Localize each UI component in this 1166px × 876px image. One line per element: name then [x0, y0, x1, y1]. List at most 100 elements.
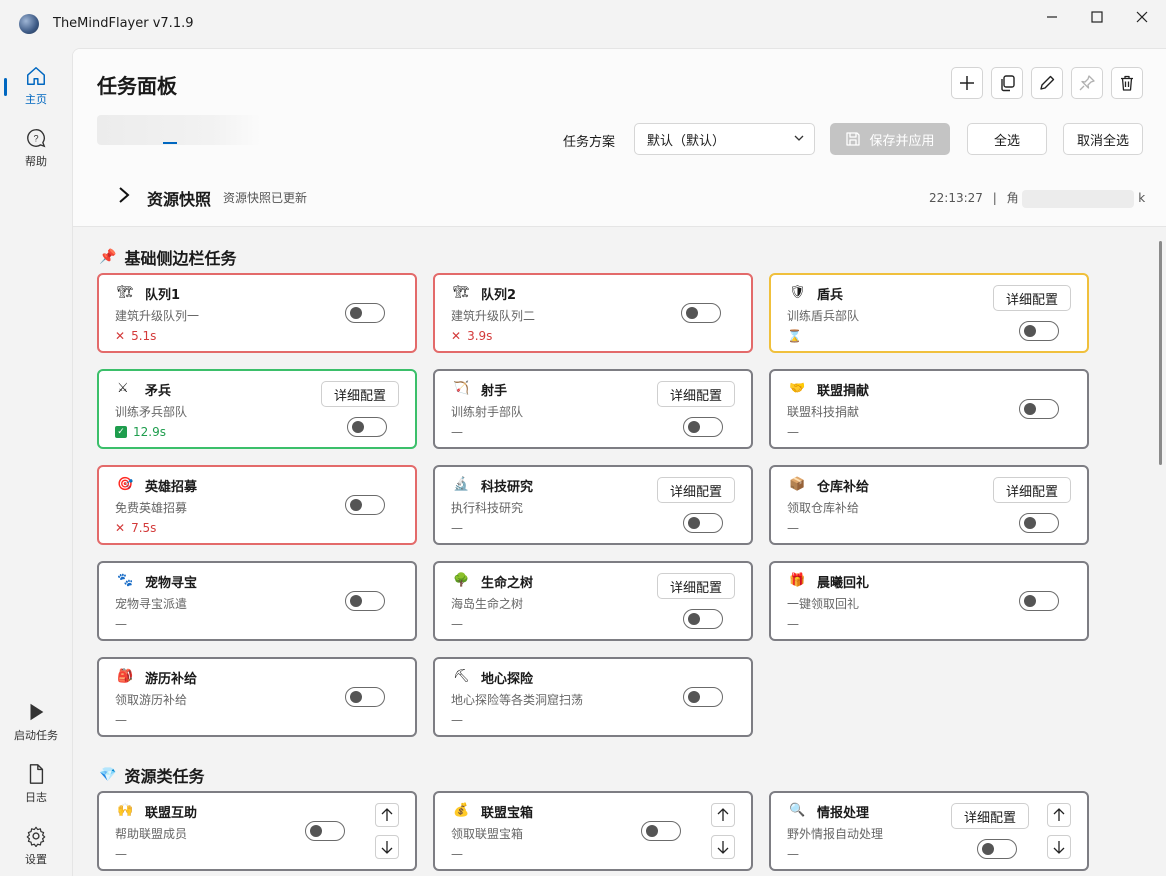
pickaxe-icon: ⛏	[453, 669, 470, 684]
task-card-hero-recruit[interactable]: 🎯 英雄招募 免费英雄招募 ✕ 7.5s	[97, 465, 417, 545]
copy-icon	[1001, 75, 1015, 92]
task-card-archer[interactable]: 🏹 射手 训练射手部队 — 详细配置	[433, 369, 753, 449]
config-button[interactable]: 详细配置	[657, 573, 735, 599]
gem-icon: 💎	[99, 767, 117, 783]
minimize-button[interactable]	[1032, 6, 1072, 28]
save-apply-label: 保存并应用	[869, 133, 935, 149]
task-card-pet-treasure[interactable]: 🐾 宠物寻宝 宠物寻宝派遣 —	[97, 561, 417, 641]
task-card-intel[interactable]: 🔍 情报处理 野外情报自动处理 — 详细配置	[769, 791, 1089, 871]
task-title: 晨曦回礼	[817, 576, 870, 591]
task-title: 游历补给	[145, 672, 198, 687]
task-toggle[interactable]	[345, 495, 385, 515]
sidebar-item-label: 帮助	[25, 155, 47, 168]
app-window: TheMindFlayer v7.1.9 主页 ? 帮助 启动任务 日志 设置 …	[0, 0, 1166, 876]
task-toggle[interactable]	[1019, 513, 1059, 533]
config-button[interactable]: 详细配置	[993, 285, 1071, 311]
task-toggle[interactable]	[977, 839, 1017, 859]
task-toggle[interactable]	[345, 591, 385, 611]
move-up-button[interactable]	[1047, 803, 1071, 827]
move-up-button[interactable]	[711, 803, 735, 827]
sidebar-item-label: 日志	[25, 791, 47, 804]
add-button[interactable]	[951, 67, 983, 99]
plan-select[interactable]: 默认（默认）	[634, 123, 815, 155]
move-down-button[interactable]	[1047, 835, 1071, 859]
task-card-warehouse[interactable]: 📦 仓库补给 领取仓库补给 — 详细配置	[769, 465, 1089, 545]
swords-icon: ⚔	[117, 381, 129, 396]
copy-button[interactable]	[991, 67, 1023, 99]
task-card-spear[interactable]: ⚔ 矛兵 训练矛兵部队 ✓ 12.9s 详细配置	[97, 369, 417, 449]
task-toggle[interactable]	[683, 609, 723, 629]
task-card-tree-of-life[interactable]: 🌳 生命之树 海岛生命之树 — 详细配置	[433, 561, 753, 641]
redacted-role-info	[1022, 189, 1135, 208]
task-toggle[interactable]	[345, 687, 385, 707]
task-desc: 免费英雄招募	[115, 501, 188, 515]
task-title: 队列1	[145, 288, 181, 303]
move-down-button[interactable]	[375, 835, 399, 859]
resource-snapshot-bar[interactable]: 资源快照 资源快照已更新 22:13:27 | 角 k	[73, 173, 1166, 225]
task-title: 英雄招募	[145, 480, 198, 495]
delete-button[interactable]	[1111, 67, 1143, 99]
sidebar-item-settings[interactable]: 设置	[0, 818, 72, 874]
task-card-queue1[interactable]: 🏗 队列1 建筑升级队列一 ✕ 5.1s	[97, 273, 417, 353]
task-card-alliance-help[interactable]: 🙌 联盟互助 帮助联盟成员 —	[97, 791, 417, 871]
package-icon: 📦	[789, 477, 806, 492]
snapshot-role-suffix: k	[1138, 191, 1146, 205]
task-title: 盾兵	[817, 288, 844, 303]
maximize-button[interactable]	[1077, 6, 1117, 28]
sidebar-item-log[interactable]: 日志	[0, 756, 72, 812]
trash-icon	[1121, 75, 1133, 91]
task-toggle[interactable]	[683, 417, 723, 437]
scrollbar-thumb[interactable]	[1159, 241, 1162, 465]
task-card-dawn-gift[interactable]: 🎁 晨曦回礼 一键领取回礼 —	[769, 561, 1089, 641]
task-toggle[interactable]	[1019, 399, 1059, 419]
money-bag-icon: 💰	[453, 803, 470, 818]
move-down-button[interactable]	[711, 835, 735, 859]
hourglass-icon: ⌛	[787, 329, 802, 343]
pin-button[interactable]	[1071, 67, 1103, 99]
task-toggle[interactable]	[641, 821, 681, 841]
config-button[interactable]: 详细配置	[321, 381, 399, 407]
active-indicator	[4, 78, 7, 96]
save-apply-button[interactable]: 保存并应用	[830, 123, 950, 155]
close-button[interactable]	[1122, 6, 1162, 28]
task-desc: 地心探险等各类洞窟扫荡	[451, 693, 584, 707]
arrow-up-icon	[1053, 808, 1065, 821]
task-toggle[interactable]	[1019, 591, 1059, 611]
task-desc: 建筑升级队列二	[451, 309, 536, 323]
edit-button[interactable]	[1031, 67, 1063, 99]
task-toggle[interactable]	[683, 687, 723, 707]
crane-icon: 🏗	[453, 285, 470, 300]
config-button[interactable]: 详细配置	[951, 803, 1029, 829]
section-basic: 📌 基础侧边栏任务	[99, 245, 236, 269]
chevron-right-icon[interactable]	[117, 186, 131, 204]
move-up-button[interactable]	[375, 803, 399, 827]
task-title: 宠物寻宝	[145, 576, 198, 591]
task-toggle[interactable]	[347, 417, 387, 437]
task-toggle[interactable]	[1019, 321, 1059, 341]
paw-icon: 🐾	[117, 573, 134, 588]
sidebar-item-start[interactable]: 启动任务	[0, 694, 72, 750]
task-toggle[interactable]	[345, 303, 385, 323]
task-toggle[interactable]	[683, 513, 723, 533]
task-card-underground[interactable]: ⛏ 地心探险 地心探险等各类洞窟扫荡 —	[433, 657, 753, 737]
select-all-button[interactable]: 全选	[967, 123, 1047, 155]
task-toggle[interactable]	[681, 303, 721, 323]
config-button[interactable]: 详细配置	[657, 381, 735, 407]
deselect-all-button[interactable]: 取消全选	[1063, 123, 1143, 155]
task-title: 射手	[481, 384, 508, 399]
config-button[interactable]: 详细配置	[657, 477, 735, 503]
microscope-icon: 🔬	[453, 477, 470, 492]
sidebar-item-help[interactable]: ? 帮助	[0, 120, 72, 176]
task-card-queue2[interactable]: 🏗 队列2 建筑升级队列二 ✕ 3.9s	[433, 273, 753, 353]
task-toggle[interactable]	[305, 821, 345, 841]
task-card-travel-supply[interactable]: 🎒 游历补给 领取游历补给 —	[97, 657, 417, 737]
task-card-alliance-chest[interactable]: 💰 联盟宝箱 领取联盟宝箱 —	[433, 791, 753, 871]
task-card-alliance-donate[interactable]: 🤝 联盟捐献 联盟科技捐献 —	[769, 369, 1089, 449]
task-card-shield[interactable]: 🛡 盾兵 训练盾兵部队 ⌛ 详细配置	[769, 273, 1089, 353]
task-card-tech-research[interactable]: 🔬 科技研究 执行科技研究 — 详细配置	[433, 465, 753, 545]
status-text: 3.9s	[467, 329, 493, 343]
sidebar-item-home[interactable]: 主页	[0, 58, 72, 114]
task-title: 联盟互助	[145, 806, 198, 821]
config-button[interactable]: 详细配置	[993, 477, 1071, 503]
task-desc: 宠物寻宝派遣	[115, 597, 188, 611]
